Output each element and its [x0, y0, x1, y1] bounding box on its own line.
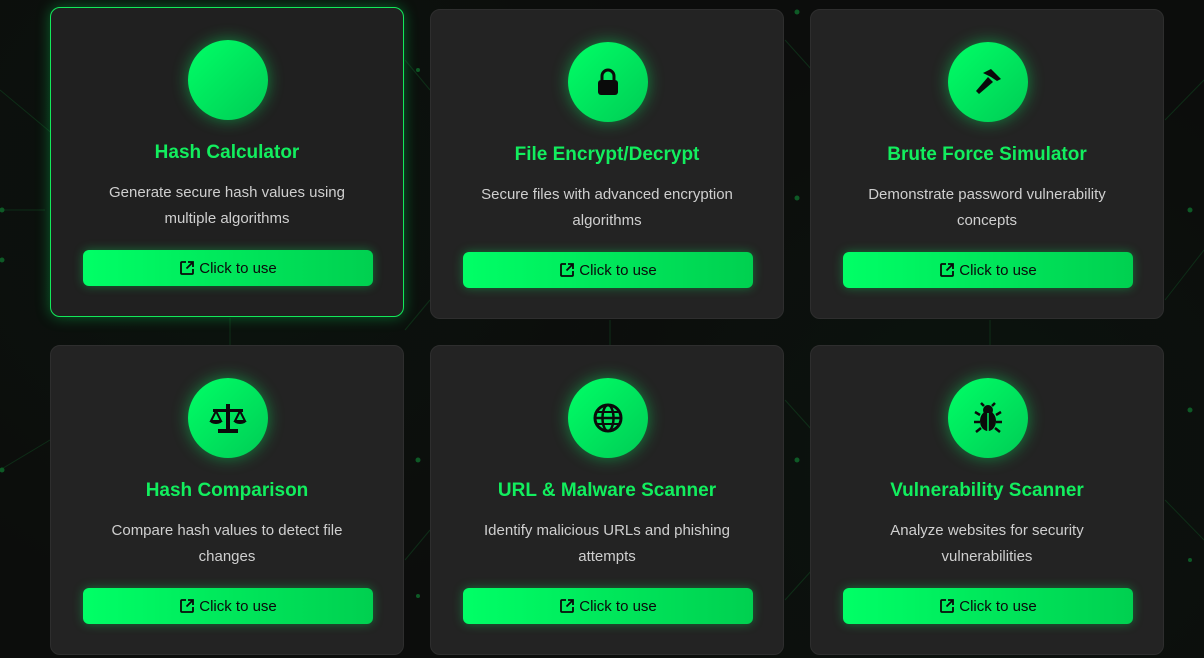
external-link-icon	[179, 598, 195, 614]
tool-card-hash-comparison[interactable]: Hash Comparison Compare hash values to d…	[50, 345, 404, 655]
button-label: Click to use	[199, 597, 277, 615]
button-label: Click to use	[199, 259, 277, 277]
card-description: Compare hash values to detect file chang…	[111, 522, 343, 565]
click-to-use-button[interactable]: Click to use	[843, 588, 1133, 624]
card-description: Generate secure hash values using multip…	[109, 184, 345, 227]
button-label: Click to use	[579, 261, 657, 279]
external-link-icon	[939, 598, 955, 614]
card-title: URL & Malware Scanner	[497, 480, 717, 501]
scale-icon	[188, 378, 268, 458]
tool-card-url-malware-scanner[interactable]: URL & Malware Scanner Identify malicious…	[430, 345, 784, 655]
bug-icon	[948, 378, 1028, 458]
card-title: Vulnerability Scanner	[890, 480, 1084, 501]
external-link-icon	[559, 262, 575, 278]
hammer-icon	[948, 42, 1028, 122]
tool-card-hash-calculator[interactable]: Hash Calculator Generate secure hash val…	[50, 7, 404, 317]
click-to-use-button[interactable]: Click to use	[463, 588, 753, 624]
card-description: Analyze websites for security vulnerabil…	[890, 522, 1084, 565]
click-to-use-button[interactable]: Click to use	[83, 250, 373, 286]
card-title: Hash Comparison	[145, 480, 309, 501]
lock-icon	[568, 42, 648, 122]
external-link-icon	[559, 598, 575, 614]
tool-card-vulnerability-scanner[interactable]: Vulnerability Scanner Analyze websites f…	[810, 345, 1164, 655]
card-title: Hash Calculator	[154, 142, 300, 163]
external-link-icon	[939, 262, 955, 278]
click-to-use-button[interactable]: Click to use	[463, 252, 753, 288]
button-label: Click to use	[959, 261, 1037, 279]
card-title: Brute Force Simulator	[887, 144, 1087, 165]
globe-icon	[568, 378, 648, 458]
click-to-use-button[interactable]: Click to use	[83, 588, 373, 624]
card-description: Demonstrate password vulnerability conce…	[868, 186, 1106, 229]
tool-card-brute-force-simulator[interactable]: Brute Force Simulator Demonstrate passwo…	[810, 9, 1164, 319]
card-description: Secure files with advanced encryption al…	[481, 186, 733, 229]
tool-card-file-encrypt-decrypt[interactable]: File Encrypt/Decrypt Secure files with a…	[430, 9, 784, 319]
button-label: Click to use	[579, 597, 657, 615]
click-to-use-button[interactable]: Click to use	[843, 252, 1133, 288]
card-title: File Encrypt/Decrypt	[514, 144, 700, 165]
card-description: Identify malicious URLs and phishing att…	[484, 522, 730, 565]
hash-icon	[188, 40, 268, 120]
external-link-icon	[179, 260, 195, 276]
button-label: Click to use	[959, 597, 1037, 615]
